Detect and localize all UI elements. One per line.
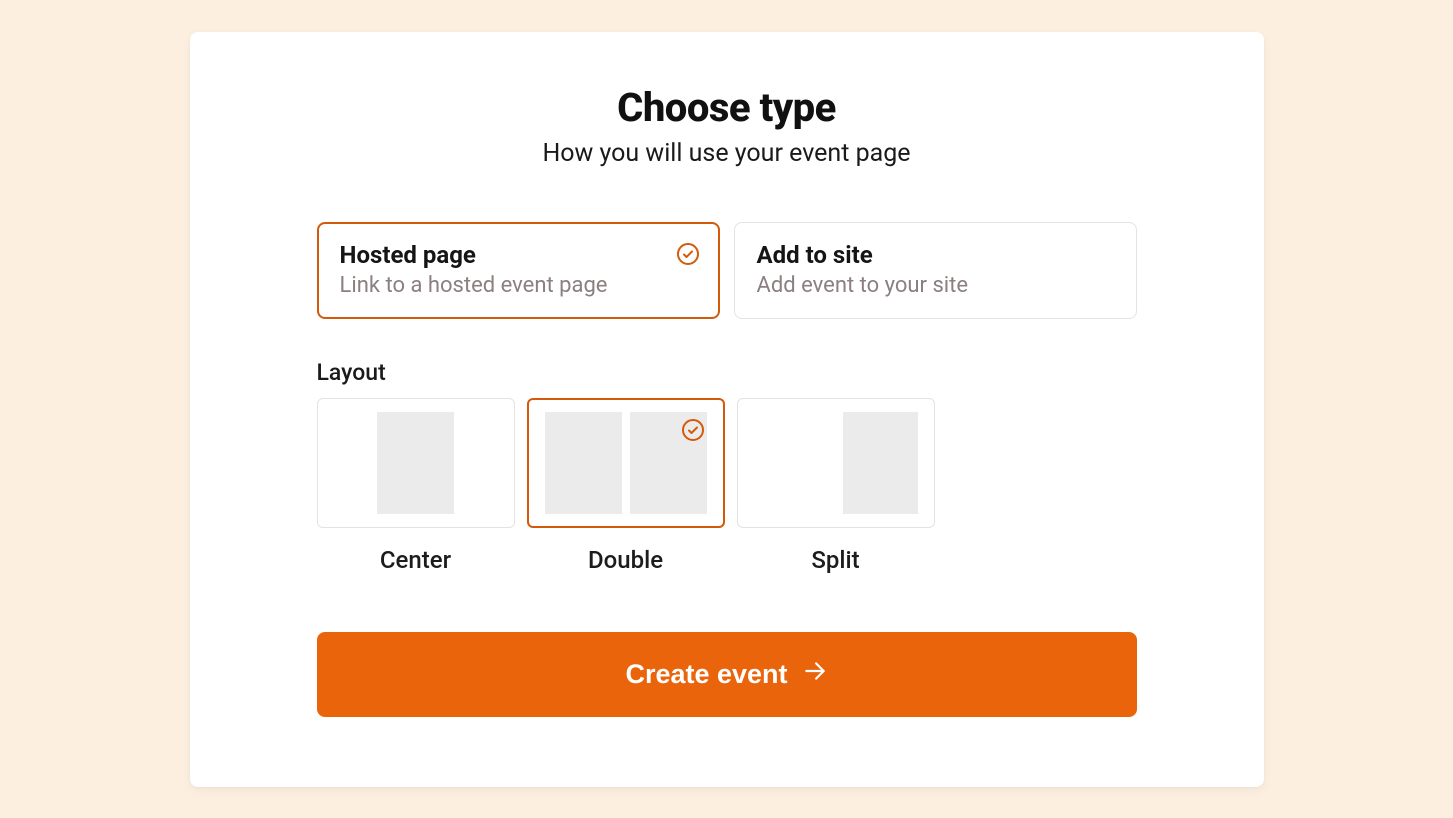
layout-thumb: [545, 412, 622, 514]
type-option-desc: Link to a hosted event page: [340, 273, 697, 298]
layout-item-center: Center: [317, 398, 515, 574]
layout-option-label: Center: [380, 546, 451, 574]
type-option-title: Hosted page: [340, 241, 697, 269]
cta-label: Create event: [625, 659, 787, 690]
layout-item-double: Double: [527, 398, 725, 574]
arrow-right-icon: [802, 658, 828, 691]
type-option-title: Add to site: [757, 241, 1114, 269]
choose-type-card: Choose type How you will use your event …: [190, 32, 1264, 787]
create-event-button[interactable]: Create event: [317, 632, 1137, 717]
layout-options-row: Center Double Split: [317, 398, 1137, 574]
layout-option-label: Double: [588, 546, 663, 574]
type-option-add-to-site[interactable]: Add to site Add event to your site: [734, 222, 1137, 319]
layout-thumb: [377, 412, 454, 514]
check-circle-icon: [681, 418, 705, 442]
layout-section-label: Layout: [317, 359, 1137, 386]
layout-option-double[interactable]: [527, 398, 725, 528]
layout-thumb: [843, 412, 918, 514]
type-option-desc: Add event to your site: [757, 273, 1114, 298]
page-subtitle: How you will use your event page: [542, 139, 910, 168]
layout-item-split: Split: [737, 398, 935, 574]
layout-option-label: Split: [811, 546, 859, 574]
layout-option-split[interactable]: [737, 398, 935, 528]
layout-option-center[interactable]: [317, 398, 515, 528]
page-title: Choose type: [617, 84, 836, 131]
type-options-row: Hosted page Link to a hosted event page …: [317, 222, 1137, 319]
type-option-hosted-page[interactable]: Hosted page Link to a hosted event page: [317, 222, 720, 319]
check-circle-icon: [676, 242, 700, 266]
